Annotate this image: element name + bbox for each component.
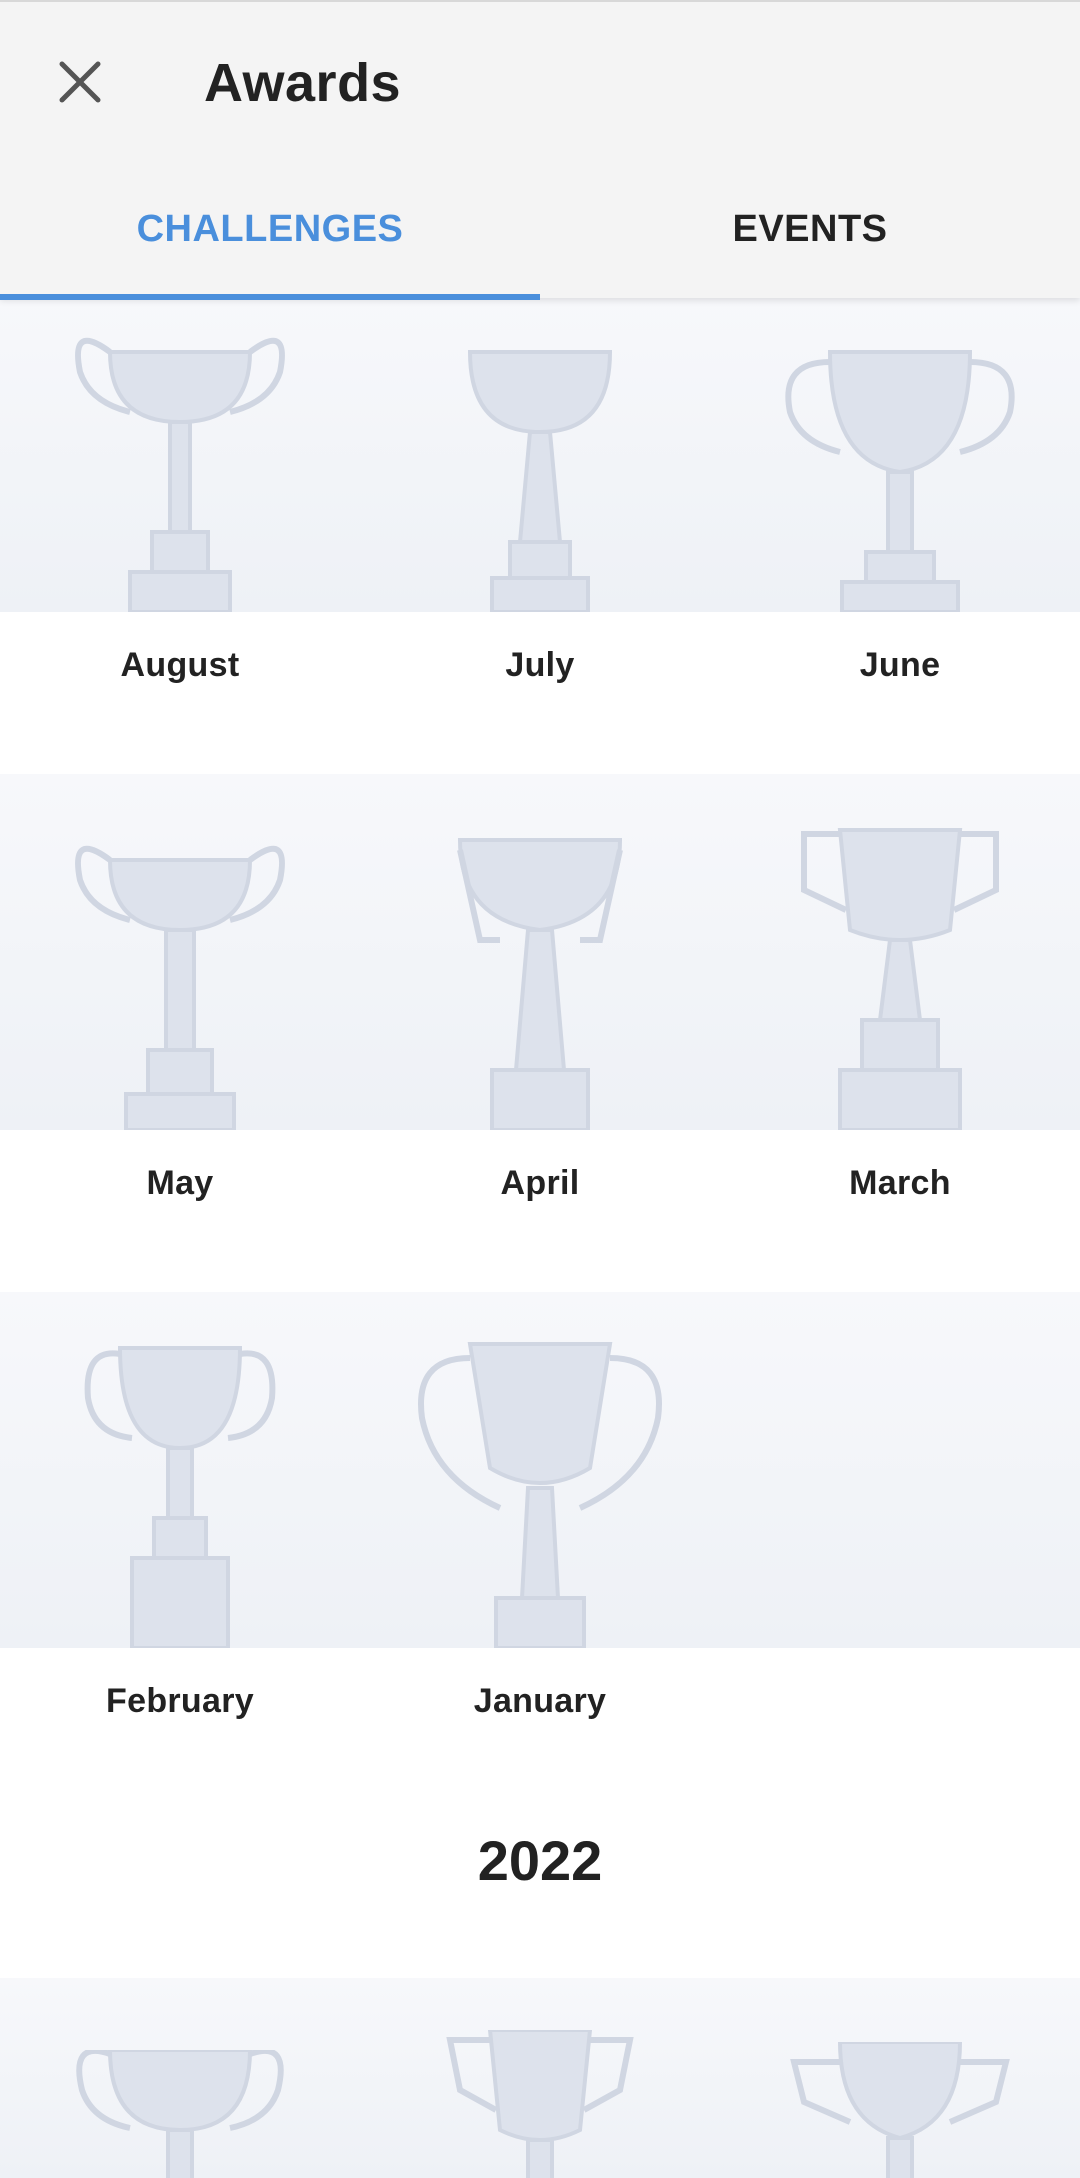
award-july[interactable]: July bbox=[360, 302, 720, 685]
award-label: February bbox=[106, 1682, 254, 1720]
page-title: Awards bbox=[204, 53, 402, 113]
award-label: March bbox=[849, 1164, 951, 1202]
trophy-icon bbox=[0, 302, 360, 612]
award-label: August bbox=[120, 646, 240, 684]
tab-challenges[interactable]: CHALLENGES bbox=[0, 172, 540, 300]
award-item[interactable] bbox=[360, 2030, 720, 2178]
trophy-icon bbox=[0, 2050, 360, 2178]
tab-events[interactable]: EVENTS bbox=[540, 172, 1080, 300]
trophy-icon bbox=[360, 2030, 720, 2178]
award-february[interactable]: February bbox=[0, 1338, 360, 1721]
trophy-icon bbox=[720, 2042, 1080, 2178]
trophy-icon bbox=[720, 820, 1080, 1130]
awards-list[interactable]: August July June May April March Februar… bbox=[0, 298, 1080, 2178]
award-april[interactable]: April bbox=[360, 820, 720, 1203]
award-june[interactable]: June bbox=[720, 302, 1080, 685]
award-label: April bbox=[500, 1164, 580, 1202]
award-january[interactable]: January bbox=[360, 1338, 720, 1721]
award-label: May bbox=[146, 1164, 214, 1202]
trophy-icon bbox=[360, 302, 720, 612]
trophy-icon bbox=[360, 1338, 720, 1648]
trophy-icon bbox=[0, 1338, 360, 1648]
close-button[interactable] bbox=[44, 46, 116, 118]
award-label: June bbox=[859, 646, 941, 684]
award-item[interactable] bbox=[720, 2042, 1080, 2178]
award-item[interactable] bbox=[0, 2050, 360, 2178]
trophy-icon bbox=[360, 820, 720, 1130]
app-bar: Awards CHALLENGES EVENTS bbox=[0, 0, 1080, 300]
award-label: July bbox=[505, 646, 575, 684]
award-august[interactable]: August bbox=[0, 302, 360, 685]
tab-bar: CHALLENGES EVENTS bbox=[0, 172, 1080, 300]
close-icon bbox=[59, 61, 101, 103]
award-may[interactable]: May bbox=[0, 820, 360, 1203]
year-heading: 2022 bbox=[477, 1829, 603, 1892]
trophy-icon bbox=[0, 820, 360, 1130]
trophy-icon bbox=[720, 302, 1080, 612]
award-march[interactable]: March bbox=[720, 820, 1080, 1203]
award-label: January bbox=[473, 1682, 607, 1720]
